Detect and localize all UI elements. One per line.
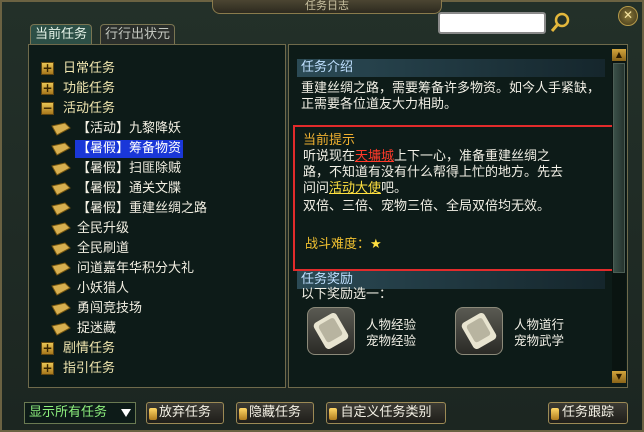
place-link[interactable]: 天墉城 [355,149,394,164]
tree-category-label: 活动任务 [63,101,116,116]
quest-scroll-icon [51,302,71,316]
quest-scroll-icon [51,142,71,156]
custom-label: 自定义任务类别 [340,405,432,420]
intro-header: 任务介绍 [297,59,605,77]
tree-quest-label: 全民刷道 [77,241,130,256]
npc-link[interactable]: 活动大使 [329,181,381,196]
expand-icon[interactable]: + [41,362,54,375]
reward-option-1[interactable] [307,307,355,355]
tree-quest-label: 【暑假】扫匪除贼 [77,161,182,176]
hide-label: 隐藏任务 [248,405,301,420]
hint-bonus-text: 双倍、三倍、宠物三倍、全局双倍均无效。 [303,199,551,214]
search-icon[interactable] [550,11,572,33]
window-title: 任务日志 [212,0,442,14]
scroll-up-arrow[interactable]: ▲ [612,49,626,61]
quest-tree-panel: + 日常任务 + 功能任务 − 活动任务 【活动】九黎降妖 【暑假】筹备物资 【暑假】扫匪除贼【… [28,44,306,388]
current-hint-box: 当前提示 听说现在天墉城上下一心，准备重建丝绸之路，不知道有没有什么帮得上忙的地… [293,125,623,271]
tree-quest-label: 问道嘉年华积分大礼 [77,261,195,276]
hint-text: 听说现在天墉城上下一心，准备重建丝绸之路，不知道有没有什么帮得上忙的地方。先去问… [303,149,573,197]
abandon-label: 放弃任务 [158,405,211,420]
reward-2-line1: 人物道行 [513,317,564,332]
expand-icon[interactable]: + [41,62,54,75]
tree-quest-label: 【活动】九黎降妖 [77,121,182,136]
tree-category-label: 功能任务 [63,81,116,96]
tree-category-label: 指引任务 [63,361,116,376]
detail-scrollbar[interactable]: ▲ ▼ [612,49,626,383]
tree-quest-label: 捉迷藏 [77,321,117,336]
tree-quest-label: 小妖猎人 [77,281,130,296]
expand-icon[interactable]: + [41,342,54,355]
hide-task-button[interactable]: 隐藏任务 [236,402,314,424]
filter-value: 显示所有任务 [29,405,108,420]
tree-quest-label: 【暑假】重建丝绸之路 [77,201,208,216]
hint-text-part: 听说现在 [303,149,356,164]
quest-scroll-icon [51,282,71,296]
quest-scroll-icon [51,262,71,276]
scroll-down-arrow[interactable]: ▼ [612,371,626,383]
scroll-icon [461,312,497,350]
quest-scroll-icon [51,322,71,336]
intro-text: 重建丝绸之路，需要筹备许多物资。如今人手紧缺，正需要各位道友大力相助。 [301,81,601,112]
tab-current-tasks[interactable]: 当前任务 [30,24,93,44]
tree-quest-label: 【暑假】筹备物资 [75,140,184,158]
reward-1-line1: 人物经验 [365,317,416,332]
expand-icon[interactable]: + [41,82,54,95]
quest-scroll-icon [51,162,71,176]
tree-quest-label: 全民升级 [77,221,130,236]
scroll-thumb[interactable] [613,63,625,273]
abandon-task-button[interactable]: 放弃任务 [146,402,224,424]
tree-category-label: 日常任务 [63,61,116,76]
reward-1-line2: 宠物经验 [365,333,416,348]
quest-scroll-icon [51,222,71,236]
tree-category-label: 剧情任务 [63,341,116,356]
difficulty-stars: ★ [370,237,382,252]
tab-career[interactable]: 行行出状元 [100,24,176,44]
quest-detail-panel: 任务介绍 重建丝绸之路，需要筹备许多物资。如今人手紧缺，正需要各位道友大力相助。… [288,44,628,388]
custom-category-button[interactable]: 自定义任务类别 [326,402,446,424]
track-task-button[interactable]: 任务跟踪 [548,402,628,424]
quest-scroll-icon [51,182,71,196]
tree-quest-label: 【暑假】通关文牒 [77,181,182,196]
search-input[interactable] [438,12,546,34]
track-label: 任务跟踪 [561,405,614,420]
difficulty-label: 战斗难度： [305,237,371,252]
reward-option-2[interactable] [455,307,503,355]
difficulty-row: 战斗难度：★ [305,233,382,252]
close-icon: ✕ [622,8,634,22]
close-button[interactable]: ✕ [618,6,638,26]
collapse-icon[interactable]: − [41,102,54,115]
quest-scroll-icon [51,122,71,136]
quest-scroll-icon [51,202,71,216]
task-filter-select[interactable]: 显示所有任务 [24,402,136,424]
task-log-window: 任务日志 ✕ 当前任务 行行出状元 + 日常任务 + 功能任务 − 活动任务【活动】九黎降… [0,0,644,432]
reward-choose-text: 以下奖励选一： [301,287,393,302]
tree-quest-label: 勇闯竞技场 [77,301,143,316]
quest-scroll-icon [51,242,71,256]
reward-2-line2: 宠物武学 [513,333,564,348]
hint-header: 当前提示 [303,133,356,148]
hint-text-part: 吧。 [381,181,408,196]
chevron-down-icon [121,409,131,417]
scroll-icon [313,312,349,350]
